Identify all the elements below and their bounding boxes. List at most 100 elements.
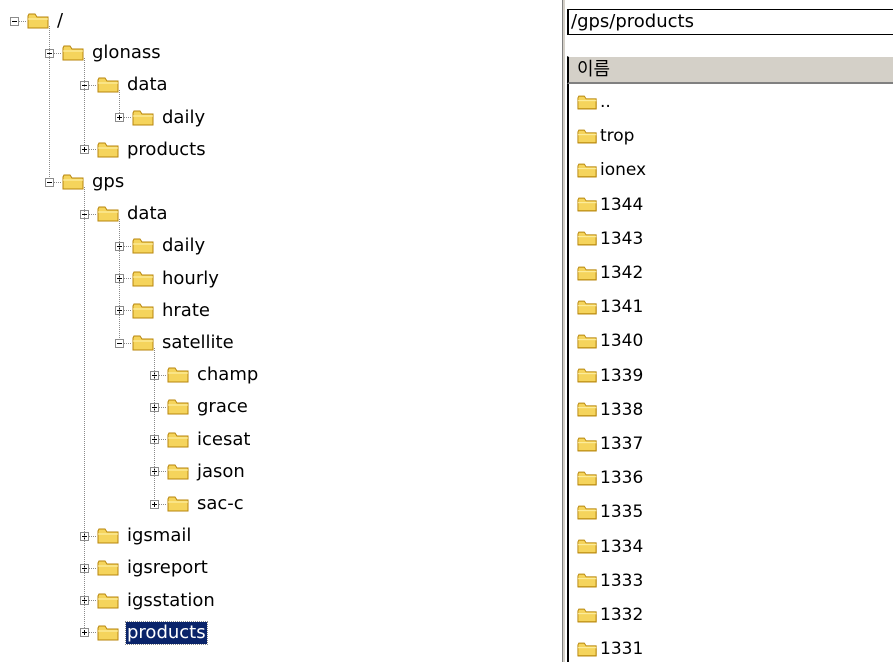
- list-item[interactable]: 1339: [577, 361, 644, 391]
- list-item-label: 1337: [600, 434, 644, 454]
- folder-icon: [577, 230, 598, 247]
- folder-icon: [577, 265, 598, 282]
- list-item[interactable]: 1344: [577, 190, 644, 220]
- tree-node-gps-hrate[interactable]: hrate: [115, 300, 211, 322]
- tree-node-igsstation[interactable]: igsstation: [80, 590, 216, 612]
- tree-node-label: daily: [162, 106, 206, 128]
- list-item-label: 1334: [600, 536, 644, 557]
- path-field[interactable]: /gps/products: [567, 9, 893, 35]
- list-item[interactable]: 1334: [577, 532, 644, 562]
- list-item-label: ionex: [600, 160, 647, 181]
- tree-node-glonass[interactable]: glonass: [45, 42, 162, 64]
- expand-toggle-icon[interactable]: [80, 628, 89, 638]
- tree-connector: [124, 117, 131, 119]
- tree-node-gps-products[interactable]: products: [80, 620, 208, 645]
- tree-connector: [159, 503, 166, 505]
- tree-node-gps-hourly[interactable]: hourly: [115, 268, 220, 290]
- list-item[interactable]: 1333: [577, 566, 644, 596]
- list-item[interactable]: 1335: [577, 497, 644, 527]
- tree-connector: [89, 84, 96, 86]
- tree-connector-line: [84, 187, 85, 628]
- list-item[interactable]: ..: [577, 87, 612, 117]
- list-item[interactable]: ionex: [577, 155, 647, 185]
- tree-node-igsreport[interactable]: igsreport: [80, 557, 209, 579]
- list-item[interactable]: 1343: [577, 224, 644, 254]
- pane-splitter[interactable]: [562, 0, 565, 662]
- folder-icon: [577, 607, 598, 624]
- tree-node-igsmail[interactable]: igsmail: [80, 525, 192, 547]
- list-item-label: 1342: [600, 263, 644, 283]
- folder-icon: [577, 504, 598, 521]
- tree-node-label: sac-c: [197, 493, 244, 514]
- list-item[interactable]: trop: [577, 121, 635, 151]
- file-list[interactable]: .. trop ionex 1344 1343 1342 1341 1340 1339 1338 1…: [567, 84, 893, 662]
- list-item[interactable]: 1341: [577, 292, 644, 322]
- tree-node-label: icesat: [197, 428, 251, 450]
- folder-icon: [97, 592, 120, 610]
- list-item-label: 1331: [600, 639, 644, 660]
- list-item[interactable]: 1337: [577, 429, 644, 459]
- folder-icon: [132, 302, 155, 320]
- folder-icon: [577, 128, 598, 145]
- tree-connector-line: [119, 90, 120, 113]
- tree-connector-line: [49, 26, 50, 177]
- list-item[interactable]: 1332: [577, 600, 644, 630]
- tree-node-gps-data[interactable]: data: [80, 203, 169, 225]
- collapse-toggle-icon[interactable]: [115, 338, 124, 348]
- folder-icon: [577, 196, 598, 213]
- folder-tree[interactable]: / glonass data daily products gps data daily hou…: [0, 0, 560, 662]
- tree-connector: [124, 310, 131, 312]
- tree-node-grace[interactable]: grace: [150, 396, 249, 418]
- list-item-label: 1344: [600, 194, 644, 215]
- collapse-toggle-icon[interactable]: [45, 177, 54, 187]
- tree-node-root[interactable]: /: [10, 10, 64, 32]
- tree-node-label: glonass: [92, 42, 161, 64]
- tree-node-icesat[interactable]: icesat: [150, 429, 251, 451]
- folder-icon: [577, 367, 598, 384]
- tree-node-sac-c[interactable]: sac-c: [150, 493, 245, 515]
- tree-node-label: data: [127, 203, 168, 225]
- list-item[interactable]: 1331: [577, 634, 644, 664]
- tree-node-glonass-daily[interactable]: daily: [115, 107, 206, 129]
- list-item-label: 1333: [600, 570, 644, 591]
- collapse-toggle-icon[interactable]: [10, 16, 19, 26]
- tree-connector: [124, 278, 131, 280]
- list-item[interactable]: 1340: [577, 326, 644, 356]
- folder-icon: [62, 44, 85, 62]
- tree-node-label: hourly: [162, 267, 219, 289]
- tree-connector: [89, 213, 96, 215]
- tree-node-label: data: [127, 74, 168, 96]
- tree-node-glonass-data[interactable]: data: [80, 74, 169, 96]
- tree-node-label: champ: [197, 364, 259, 386]
- tree-node-glonass-products[interactable]: products: [80, 139, 207, 161]
- tree-node-gps-daily[interactable]: daily: [115, 235, 206, 257]
- folder-icon: [167, 366, 190, 384]
- tree-connector-line: [119, 219, 120, 338]
- folder-icon: [577, 470, 598, 487]
- tree-node-label: igsstation: [127, 589, 215, 611]
- folder-icon: [577, 641, 598, 658]
- expand-toggle-icon[interactable]: [150, 499, 159, 509]
- folder-icon: [167, 495, 190, 513]
- folder-icon: [97, 205, 120, 223]
- folder-icon: [167, 398, 190, 416]
- tree-node-gps[interactable]: gps: [45, 171, 125, 193]
- tree-node-jason[interactable]: jason: [150, 461, 246, 483]
- list-item-label: 1332: [600, 605, 644, 625]
- folder-icon: [97, 527, 120, 545]
- tree-node-champ[interactable]: champ: [150, 364, 259, 386]
- folder-icon: [577, 299, 598, 316]
- expand-toggle-icon[interactable]: [80, 145, 89, 155]
- expand-toggle-icon[interactable]: [115, 113, 124, 123]
- list-item[interactable]: 1336: [577, 463, 644, 493]
- list-item-label: 1340: [600, 331, 644, 352]
- list-item[interactable]: 1338: [577, 395, 644, 425]
- tree-node-gps-satellite[interactable]: satellite: [115, 332, 235, 354]
- tree-node-label: igsreport: [127, 557, 208, 579]
- tree-connector-line: [84, 58, 85, 145]
- column-header-name[interactable]: 이름: [567, 56, 893, 84]
- folder-icon: [167, 431, 190, 449]
- list-item[interactable]: 1342: [577, 258, 644, 288]
- tree-connector: [89, 535, 96, 537]
- list-item-label: 1336: [600, 468, 644, 489]
